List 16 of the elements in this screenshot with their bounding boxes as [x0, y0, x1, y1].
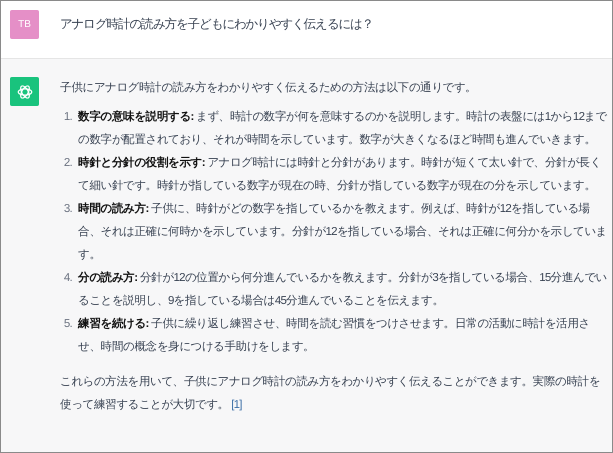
step-text: 数字の意味を説明する: まず、時計の数字が何を意味するのかを説明します。時計の表盤には1から12までの数字が配置されており、それが時間を示しています。数字が大きくなるほど時間も進んでいきます。	[78, 109, 608, 148]
conclusion-text: これらの方法を用いて、子供にアナログ時計の読み方をわかりやすく伝えることができます。実際の時計を使って練習することが大切です。 [1]	[60, 374, 601, 413]
step-number: 3.	[62, 202, 73, 217]
user-avatar: TB	[10, 10, 39, 39]
step-text: 練習を続ける: 子供に繰り返し練習させ、時間を読む習慣をつけさせます。日常の活動に時計を活用させ、時間の概念を身につける手助けをします。	[78, 316, 591, 355]
intro-text: 子供にアナログ時計の読み方をわかりやすく伝えるための方法は以下の通りです。	[60, 80, 478, 96]
step-text: 分の読み方: 分針が12の位置から何分進んでいるかを教えます。分針が3を指している場合、15分進んでいることを説明し、9を指している場合は45分進んでいることを伝えます。	[78, 270, 608, 309]
user-message: アナログ時計の読み方を子どもにわかりやすく伝えるには？	[60, 16, 374, 33]
knot-icon	[16, 82, 34, 100]
step-text: 時針と分針の役割を示す: アナログ時計には時針と分針があります。時針が短くて太い針で、分針が長くて細い針です。時針が指している数字が現在の時、分針が指している数字が現在の分を示しています。	[78, 155, 602, 194]
citation-link[interactable]: [1]	[231, 399, 242, 411]
step-number: 5.	[62, 317, 73, 332]
step-number: 2.	[62, 156, 73, 171]
step-number: 1.	[62, 110, 73, 125]
step-text: 時間の読み方: 子供に、時針がどの数字を指しているかを教えます。例えば、時針が12を指している場合、それは正確に何時かを示しています。分針が12を指している場合、それは正確に何分かを示しています。	[78, 201, 608, 263]
step-number: 4.	[62, 271, 73, 286]
